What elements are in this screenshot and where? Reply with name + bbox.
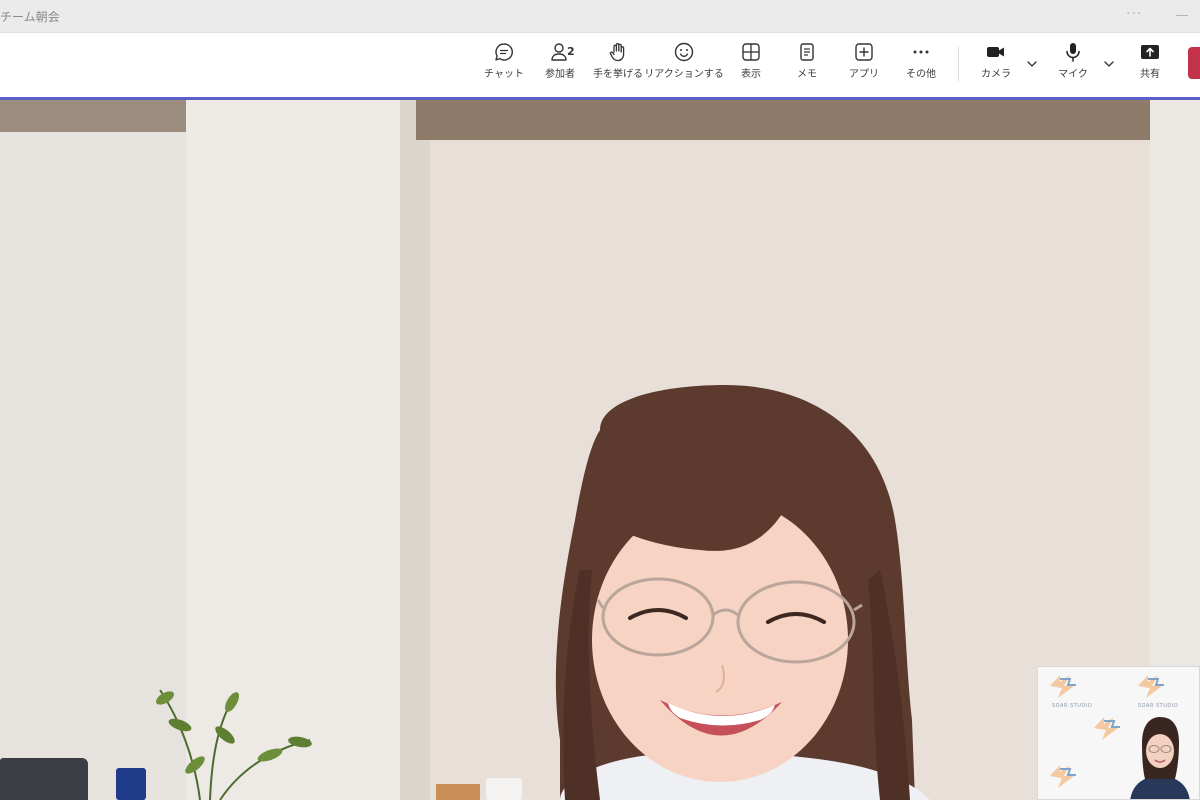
smile-icon [673,41,695,63]
mic-options-chevron-icon[interactable] [1102,57,1116,71]
microphone-icon [1062,41,1084,63]
apps-label: アプリ [849,69,879,80]
white-cup [486,778,522,800]
more-icon [910,41,932,63]
chat-label: チャット [484,69,524,80]
participants-count-badge: 2 [567,45,575,58]
camera-label: カメラ [981,69,1011,80]
camera-icon [985,41,1007,63]
mic-button[interactable]: マイク [1056,41,1090,93]
plant [155,689,312,800]
add-app-icon [853,41,875,63]
window-more-icon[interactable]: ··· [1126,6,1142,22]
meeting-toolbar: チャット 2 参加者 手を挙げる リアクションする 表示 メモ アプリ その他 … [0,33,1200,99]
camera-options-chevron-icon[interactable] [1025,57,1039,71]
chat-button[interactable]: チャット [484,41,524,93]
wooden-tray [436,784,480,800]
react-label: リアクションする [644,69,724,80]
mic-label: マイク [1058,69,1088,80]
notes-label: メモ [797,69,817,80]
grid-view-icon [740,41,762,63]
view-label: 表示 [741,69,761,80]
camera-button[interactable]: カメラ [978,41,1014,93]
title-bar: チーム朝会 ··· [0,0,1200,33]
chat-icon [493,41,515,63]
laptop [0,758,88,800]
raise-hand-icon [607,41,629,63]
participants-label: 参加者 [545,69,575,80]
notes-icon [796,41,818,63]
self-view-tile[interactable]: SOAR STUDIO SOAR STUDIO [1037,666,1200,800]
more-label: その他 [906,69,936,80]
self-view-person [1130,717,1190,799]
share-button[interactable]: 共有 [1134,41,1166,93]
share-label: 共有 [1140,69,1160,80]
raise-hand-label: 手を挙げる [593,69,643,80]
raise-hand-button[interactable]: 手を挙げる [592,41,644,93]
view-button[interactable]: 表示 [734,41,768,93]
apps-button[interactable]: アプリ [846,41,882,93]
participants-button[interactable]: 2 参加者 [540,41,580,93]
more-button[interactable]: その他 [902,41,940,93]
notes-button[interactable]: メモ [790,41,824,93]
minimize-icon[interactable] [1176,15,1188,16]
participant-video-feed [0,100,1200,800]
toolbar-divider [958,47,959,81]
blue-mug [116,768,146,800]
react-button[interactable]: リアクションする [644,41,724,93]
leave-button[interactable] [1188,47,1200,79]
share-icon [1139,41,1161,63]
meeting-title: チーム朝会 [0,10,60,24]
